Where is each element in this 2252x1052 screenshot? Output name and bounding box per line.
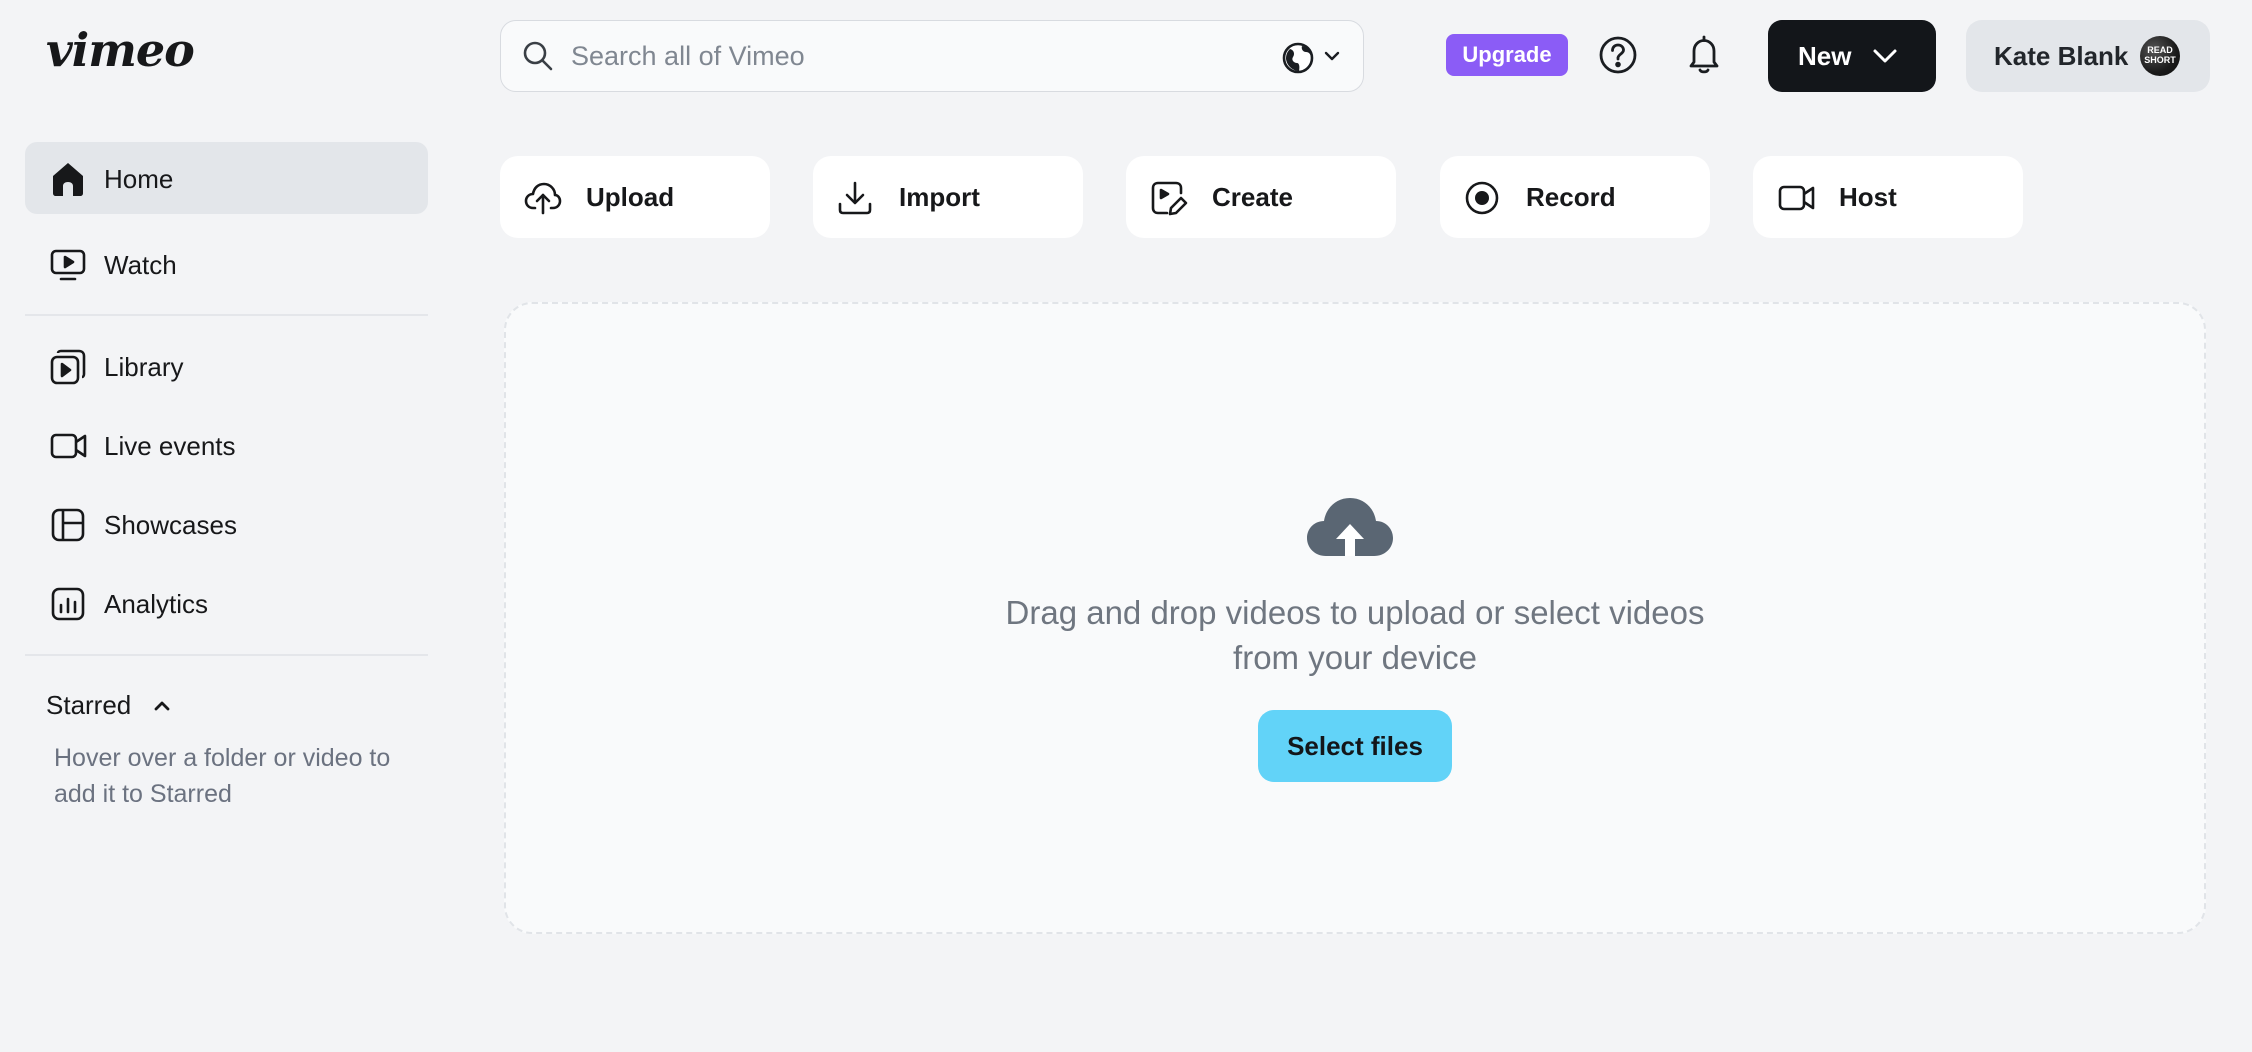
help-icon[interactable]: [1598, 35, 1638, 75]
sidebar-divider: [25, 654, 428, 656]
starred-header[interactable]: Starred: [46, 690, 131, 721]
host-label: Host: [1839, 182, 1897, 212]
sidebar-item-label: Watch: [104, 250, 177, 280]
create-label: Create: [1212, 182, 1293, 212]
logo-text: vimeo: [46, 23, 195, 77]
record-button[interactable]: Record: [1440, 156, 1710, 238]
sidebar-item-live-events[interactable]: Live events: [25, 409, 428, 481]
upload-button[interactable]: Upload: [500, 156, 770, 238]
new-button[interactable]: New: [1768, 20, 1936, 92]
globe-icon[interactable]: [1281, 41, 1315, 75]
library-icon: [49, 348, 87, 386]
home-icon: [49, 160, 87, 198]
sidebar-item-label: Showcases: [104, 510, 237, 540]
analytics-icon: [49, 585, 87, 623]
search-icon: [521, 39, 555, 73]
user-menu-button[interactable]: Kate Blank READ SHORT: [1966, 20, 2210, 92]
starred-hint: Hover over a folder or video to add it t…: [54, 744, 391, 808]
create-icon: [1150, 180, 1188, 218]
import-label: Import: [899, 182, 980, 212]
sidebar-item-showcases[interactable]: Showcases: [25, 488, 428, 560]
import-button[interactable]: Import: [813, 156, 1083, 238]
chevron-down-icon: [1870, 42, 1900, 70]
sidebar-item-library[interactable]: Library: [25, 330, 428, 402]
user-name: Kate Blank: [1994, 41, 2129, 71]
avatar: READ SHORT: [2140, 36, 2180, 76]
download-icon: [837, 180, 873, 216]
dropzone-instructions: Drag and drop videos to upload or select…: [1005, 594, 1705, 676]
record-label: Record: [1526, 182, 1616, 212]
sidebar-item-watch[interactable]: Watch: [25, 228, 428, 300]
showcase-icon: [49, 506, 87, 544]
sidebar-item-label: Live events: [104, 431, 236, 461]
chevron-down-icon[interactable]: [1323, 49, 1341, 63]
sidebar-item-label: Analytics: [104, 589, 209, 619]
create-button[interactable]: Create: [1126, 156, 1396, 238]
search-input[interactable]: [571, 35, 1211, 77]
host-button[interactable]: Host: [1753, 156, 2023, 238]
chevron-up-icon[interactable]: [152, 698, 172, 714]
cloud-upload-icon: [1306, 494, 1394, 558]
new-button-label: New: [1798, 41, 1852, 71]
vimeo-logo[interactable]: vimeo: [46, 26, 195, 74]
cloud-upload-icon: [524, 180, 562, 216]
upload-label: Upload: [586, 182, 675, 212]
video-camera-icon: [1777, 180, 1817, 216]
record-icon: [1464, 180, 1500, 216]
bell-icon[interactable]: [1684, 34, 1724, 76]
sidebar-item-label: Library: [104, 352, 184, 382]
search-bar[interactable]: [500, 20, 1364, 92]
select-files-button[interactable]: Select files: [1258, 710, 1452, 782]
upgrade-button[interactable]: Upgrade: [1446, 34, 1568, 76]
sidebar-item-analytics[interactable]: Analytics: [25, 567, 428, 639]
sidebar-item-home[interactable]: Home: [25, 142, 428, 214]
sidebar-item-label: Home: [104, 164, 174, 194]
sidebar-divider: [25, 314, 428, 316]
watch-icon: [49, 246, 87, 284]
video-camera-icon: [49, 427, 89, 465]
